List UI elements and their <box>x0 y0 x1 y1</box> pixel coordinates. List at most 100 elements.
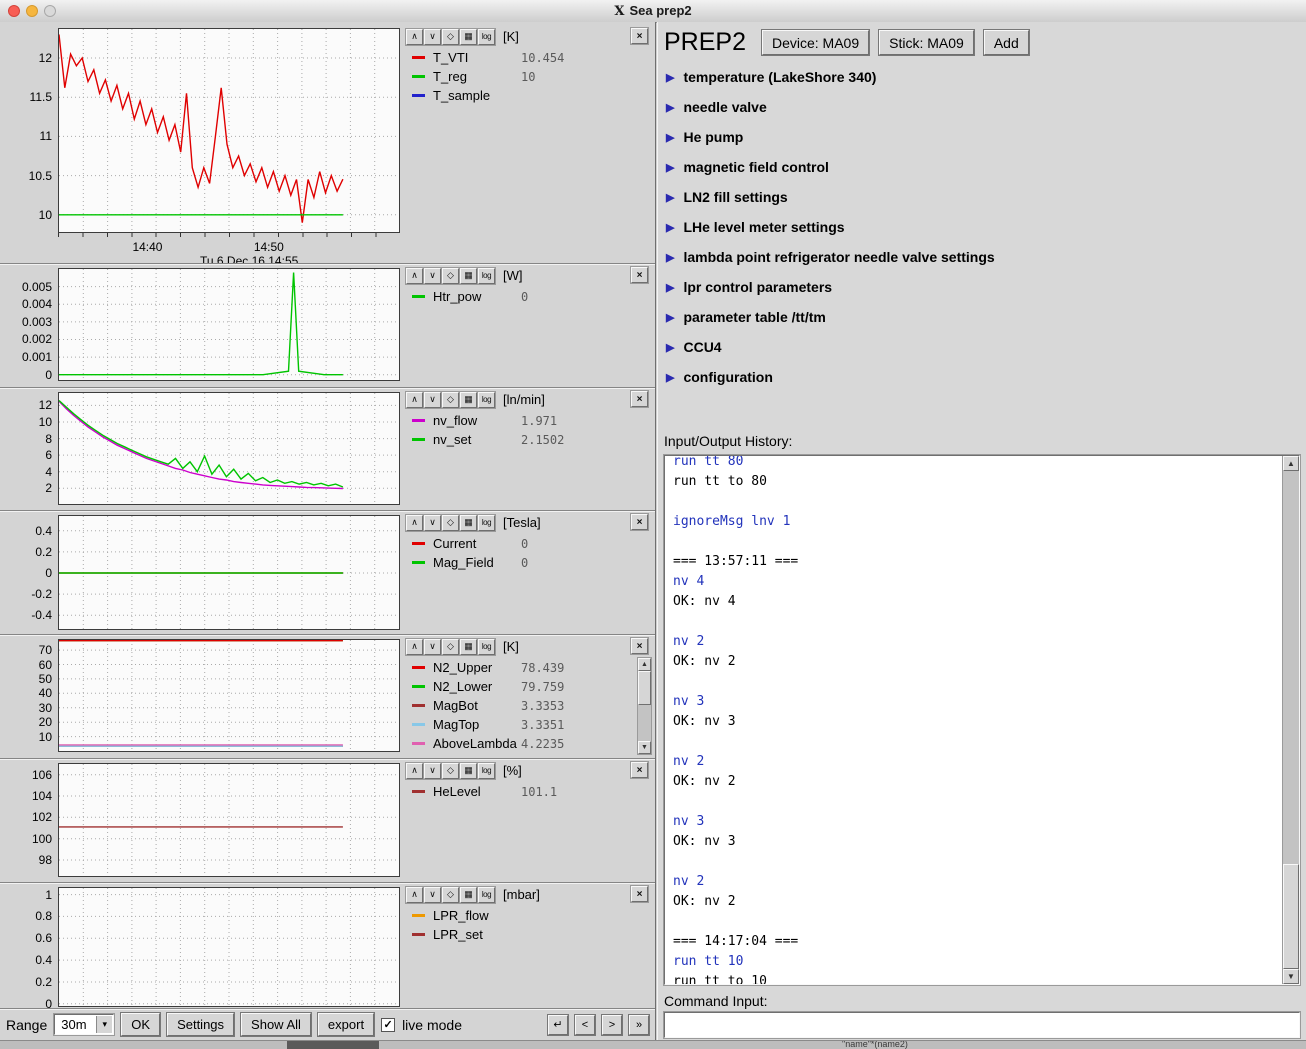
close-chart-button[interactable]: × <box>631 886 648 902</box>
legend-entry[interactable]: nv_flow1.971 <box>412 411 629 430</box>
tree-item-ln2-fill-settings[interactable]: ▶LN2 fill settings <box>666 182 1298 212</box>
legend-entry[interactable]: HeLevel101.1 <box>412 782 629 801</box>
legend-entry[interactable]: LPR_flow <box>412 906 629 925</box>
scrollbar-thumb[interactable] <box>1283 864 1299 969</box>
scrollbar-trough[interactable] <box>1283 471 1299 969</box>
legend-entry[interactable]: nv_set2.1502 <box>412 430 629 449</box>
scroll-up-button[interactable]: ∧ <box>406 515 423 531</box>
scrollbar-thumb[interactable] <box>638 671 651 705</box>
log-scale-button[interactable]: log <box>478 887 495 903</box>
show-all-button[interactable]: Show All <box>241 1013 311 1036</box>
legend-entry[interactable]: T_reg10 <box>412 67 629 86</box>
scroll-down-button[interactable]: ▼ <box>1283 969 1299 984</box>
options-button[interactable]: ▦ <box>460 268 477 284</box>
legend-entry[interactable]: T_sample <box>412 86 629 105</box>
close-chart-button[interactable]: × <box>631 28 648 44</box>
rescale-button[interactable]: ◇ <box>442 639 459 655</box>
add-button[interactable]: Add <box>984 30 1029 55</box>
log-scale-button[interactable]: log <box>478 515 495 531</box>
log-scale-button[interactable]: log <box>478 29 495 45</box>
shift-end-button[interactable]: » <box>629 1015 649 1035</box>
history-scrollbar[interactable]: ▲ ▼ <box>1282 456 1299 984</box>
plot-area[interactable] <box>58 392 400 505</box>
jump-latest-button[interactable]: ↵ <box>548 1015 568 1035</box>
range-select[interactable]: 30m ▾ <box>54 1014 114 1035</box>
tree-item-lpr-control-parameters[interactable]: ▶lpr control parameters <box>666 272 1298 302</box>
legend-entry[interactable]: MagBot3.3353 <box>412 696 629 715</box>
legend-entry[interactable]: Current0 <box>412 534 629 553</box>
tree-item-configuration[interactable]: ▶configuration <box>666 362 1298 392</box>
device-button[interactable]: Device: MA09 <box>762 30 869 55</box>
options-button[interactable]: ▦ <box>460 887 477 903</box>
close-chart-button[interactable]: × <box>631 514 648 530</box>
rescale-button[interactable]: ◇ <box>442 515 459 531</box>
close-chart-button[interactable]: × <box>631 762 648 778</box>
log-scale-button[interactable]: log <box>478 639 495 655</box>
options-button[interactable]: ▦ <box>460 515 477 531</box>
tree-item-he-pump[interactable]: ▶He pump <box>666 122 1298 152</box>
scroll-up-button[interactable]: ∧ <box>406 392 423 408</box>
scroll-down-button[interactable]: ∨ <box>424 29 441 45</box>
shift-left-button[interactable]: < <box>575 1015 595 1035</box>
scroll-down-button[interactable]: ▼ <box>638 741 651 754</box>
plot-area[interactable] <box>58 28 400 233</box>
shift-right-button[interactable]: > <box>602 1015 622 1035</box>
options-button[interactable]: ▦ <box>460 392 477 408</box>
tree-item-ccu4[interactable]: ▶CCU4 <box>666 332 1298 362</box>
log-scale-button[interactable]: log <box>478 392 495 408</box>
legend-entry[interactable]: MagTop3.3351 <box>412 715 629 734</box>
scroll-up-button[interactable]: ▲ <box>1283 456 1299 471</box>
legend-scrollbar[interactable]: ▲▼ <box>637 657 652 755</box>
legend-entry[interactable]: AboveLambda4.2235 <box>412 734 629 753</box>
close-chart-button[interactable]: × <box>631 391 648 407</box>
tree-item-parameter-table-tt-tm[interactable]: ▶parameter table /tt/tm <box>666 302 1298 332</box>
settings-button[interactable]: Settings <box>167 1013 234 1036</box>
scroll-up-button[interactable]: ∧ <box>406 639 423 655</box>
rescale-button[interactable]: ◇ <box>442 763 459 779</box>
tree-item-lambda-point-refrigerator-ne[interactable]: ▶lambda point refrigerator needle valve … <box>666 242 1298 272</box>
scroll-down-button[interactable]: ∨ <box>424 392 441 408</box>
legend-entry[interactable]: N2_Upper78.439 <box>412 658 629 677</box>
rescale-button[interactable]: ◇ <box>442 29 459 45</box>
legend-entry[interactable]: Htr_pow0 <box>412 287 629 306</box>
tree-item-needle-valve[interactable]: ▶needle valve <box>666 92 1298 122</box>
export-button[interactable]: export <box>318 1013 374 1036</box>
io-history[interactable]: run tt 80run tt to 80 ignoreMsg lnv 1 ==… <box>664 455 1300 985</box>
log-scale-button[interactable]: log <box>478 268 495 284</box>
tree-item-lhe-level-meter-settings[interactable]: ▶LHe level meter settings <box>666 212 1298 242</box>
stick-button[interactable]: Stick: MA09 <box>879 30 974 55</box>
plot-area[interactable] <box>58 268 400 381</box>
close-chart-button[interactable]: × <box>631 638 648 654</box>
plot-area[interactable] <box>58 639 400 752</box>
rescale-button[interactable]: ◇ <box>442 268 459 284</box>
options-button[interactable]: ▦ <box>460 639 477 655</box>
scroll-down-button[interactable]: ∨ <box>424 763 441 779</box>
scroll-up-button[interactable]: ∧ <box>406 268 423 284</box>
scroll-up-button[interactable]: ∧ <box>406 887 423 903</box>
close-chart-button[interactable]: × <box>631 267 648 283</box>
command-input[interactable] <box>664 1012 1300 1038</box>
rescale-button[interactable]: ◇ <box>442 887 459 903</box>
plot-area[interactable] <box>58 763 400 877</box>
live-mode-checkbox[interactable]: ✓ <box>381 1018 395 1032</box>
plot-area[interactable] <box>58 887 400 1007</box>
options-button[interactable]: ▦ <box>460 29 477 45</box>
tree-item-magnetic-field-control[interactable]: ▶magnetic field control <box>666 152 1298 182</box>
legend-entry[interactable]: N2_Lower79.759 <box>412 677 629 696</box>
scroll-down-button[interactable]: ∨ <box>424 887 441 903</box>
legend-entry[interactable]: T_VTI10.454 <box>412 48 629 67</box>
legend-entry[interactable]: Mag_Field0 <box>412 553 629 572</box>
scroll-down-button[interactable]: ∨ <box>424 268 441 284</box>
plot-area[interactable] <box>58 515 400 630</box>
legend-entry[interactable]: LPR_set <box>412 925 629 944</box>
log-scale-button[interactable]: log <box>478 763 495 779</box>
ok-button[interactable]: OK <box>121 1013 160 1036</box>
scroll-up-button[interactable]: ▲ <box>638 658 651 671</box>
scroll-down-button[interactable]: ∨ <box>424 639 441 655</box>
scroll-down-button[interactable]: ∨ <box>424 515 441 531</box>
rescale-button[interactable]: ◇ <box>442 392 459 408</box>
scroll-up-button[interactable]: ∧ <box>406 763 423 779</box>
tree-item-temperature-lakeshore-340[interactable]: ▶temperature (LakeShore 340) <box>666 62 1298 92</box>
scroll-up-button[interactable]: ∧ <box>406 29 423 45</box>
options-button[interactable]: ▦ <box>460 763 477 779</box>
